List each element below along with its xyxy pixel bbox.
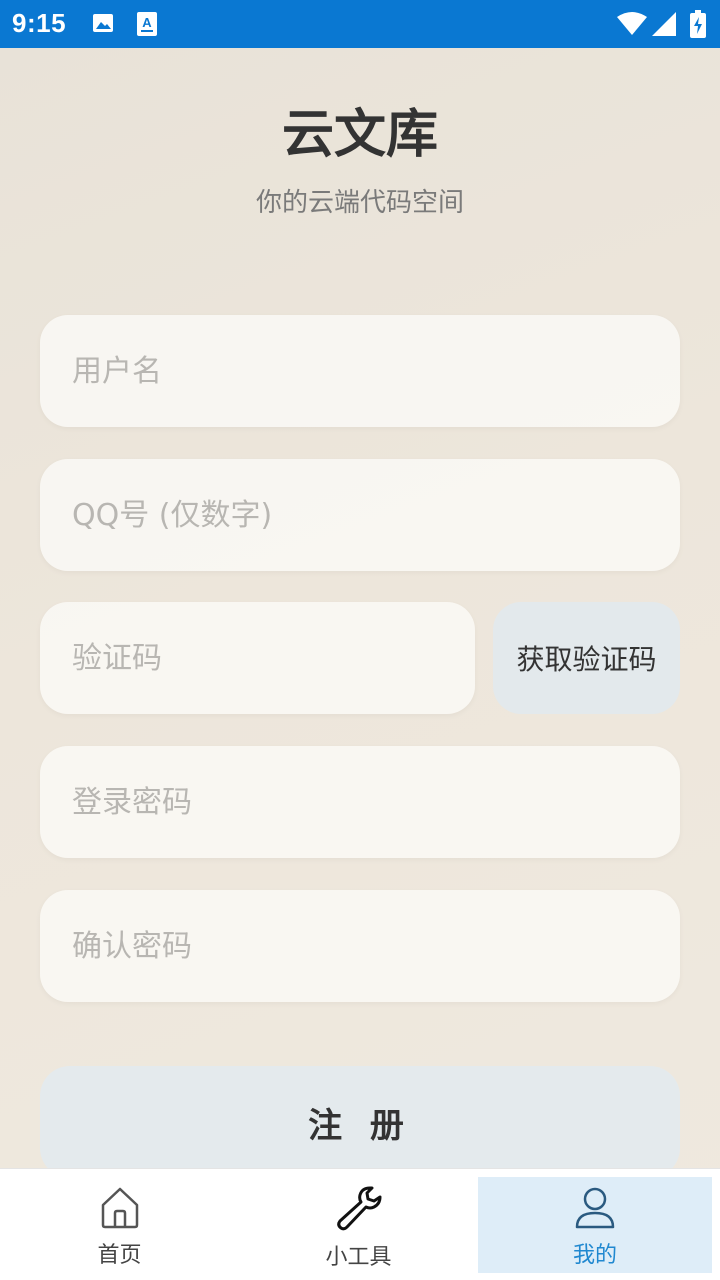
wrench-icon xyxy=(334,1185,384,1235)
password-input[interactable] xyxy=(40,746,680,858)
svg-text:A: A xyxy=(142,15,152,30)
confirm-password-input[interactable] xyxy=(40,890,680,1002)
wifi-icon xyxy=(617,12,647,40)
user-icon xyxy=(574,1185,616,1233)
bottom-nav: 首页 小工具 我的 xyxy=(0,1168,720,1280)
battery-icon xyxy=(690,10,706,42)
nav-label-home: 首页 xyxy=(97,1243,142,1268)
app-subtitle: 你的云端代码空间 xyxy=(255,188,464,218)
verification-code-input[interactable] xyxy=(40,602,475,714)
nav-item-tools[interactable]: 小工具 xyxy=(239,1169,478,1280)
username-input[interactable] xyxy=(40,315,680,427)
get-code-button[interactable]: 获取验证码 xyxy=(493,602,680,714)
nav-item-mine[interactable]: 我的 xyxy=(478,1177,713,1273)
text-notification-icon: A xyxy=(137,12,157,40)
nav-item-home[interactable]: 首页 xyxy=(0,1169,239,1280)
password-field[interactable] xyxy=(40,746,680,858)
qq-input[interactable] xyxy=(40,459,680,571)
signal-icon xyxy=(652,12,676,40)
nav-label-tools: 小工具 xyxy=(325,1245,392,1270)
verification-code-field[interactable] xyxy=(40,602,475,714)
status-time: 9:15 xyxy=(12,8,67,38)
register-button[interactable]: 注 册 xyxy=(40,1066,680,1178)
nav-label-mine: 我的 xyxy=(573,1243,618,1268)
app-title: 云文库 xyxy=(281,105,438,165)
qq-field[interactable] xyxy=(40,459,680,571)
username-field[interactable] xyxy=(40,315,680,427)
home-icon xyxy=(99,1185,141,1233)
status-bar: 9:15 A xyxy=(0,0,720,48)
confirm-password-field[interactable] xyxy=(40,890,680,1002)
image-notification-icon xyxy=(92,12,114,38)
